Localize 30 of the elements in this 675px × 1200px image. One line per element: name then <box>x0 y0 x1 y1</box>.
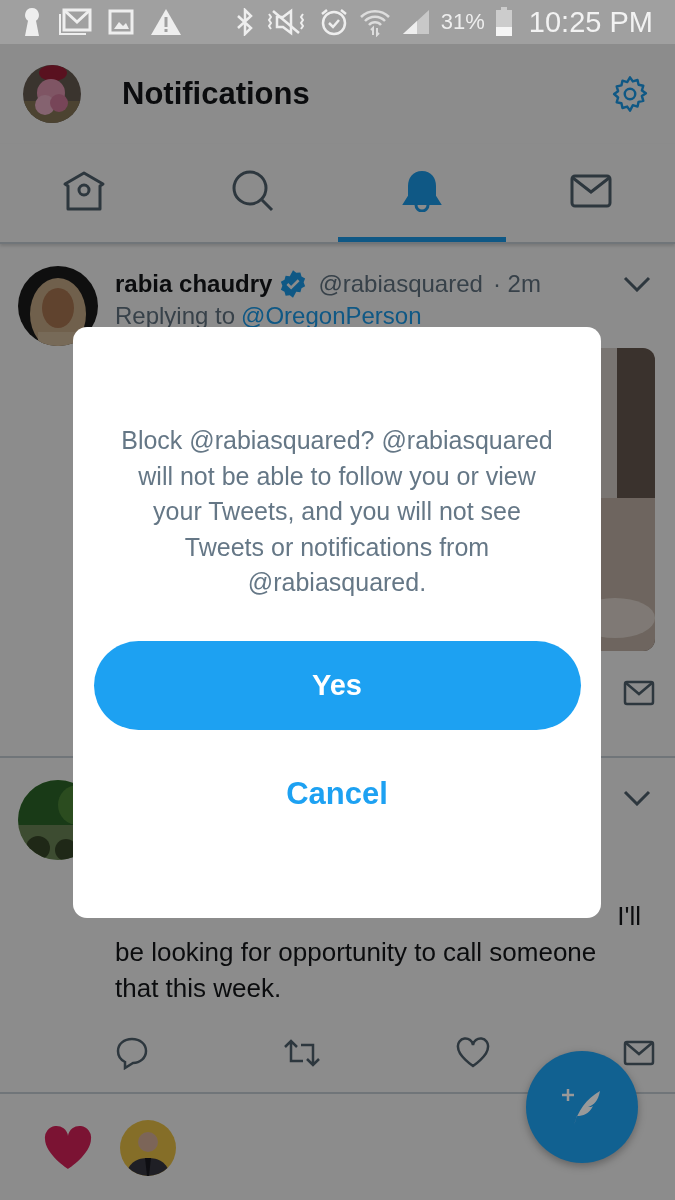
battery-icon <box>494 7 513 37</box>
clock-time: 10:25 PM <box>528 5 653 39</box>
heart-icon <box>44 1125 92 1171</box>
retweet-icon[interactable] <box>282 1038 323 1068</box>
chevron-down-icon[interactable] <box>623 790 651 806</box>
mail-icon <box>58 8 92 36</box>
user-handle: @rabiasquared <box>318 270 483 298</box>
compose-button[interactable] <box>526 1051 638 1163</box>
bell-icon <box>400 169 443 212</box>
keyhole-icon <box>22 7 42 37</box>
page-title: Notifications <box>122 76 311 112</box>
envelope-icon[interactable] <box>623 680 655 706</box>
user-name[interactable]: rabia chaudry <box>115 270 273 298</box>
wifi-icon <box>358 7 391 37</box>
image-icon <box>108 9 134 35</box>
warning-icon <box>150 8 182 36</box>
post-time: · 2m <box>492 270 541 298</box>
tweet-text: I'll <box>617 900 641 933</box>
cancel-button[interactable]: Cancel <box>266 767 408 820</box>
yes-button[interactable]: Yes <box>93 640 581 730</box>
envelope-icon[interactable] <box>623 1040 655 1066</box>
battery-percentage: 31% <box>440 9 485 35</box>
chevron-down-icon[interactable] <box>623 276 651 292</box>
search-icon <box>232 169 275 212</box>
tweet-text: be looking for opportunity to call someone that this week. <box>115 936 598 1005</box>
heart-icon[interactable] <box>455 1037 490 1069</box>
dialog-message: Block @rabiasquared? @rabiasquared will not be able to follow you or view your Tweets, and you will not see Tweets or notifications from @rabiasquared. <box>120 425 554 598</box>
reply-label: Replying to <box>115 302 236 331</box>
envelope-icon <box>569 173 612 208</box>
speech-bubble-icon[interactable] <box>115 1036 149 1070</box>
